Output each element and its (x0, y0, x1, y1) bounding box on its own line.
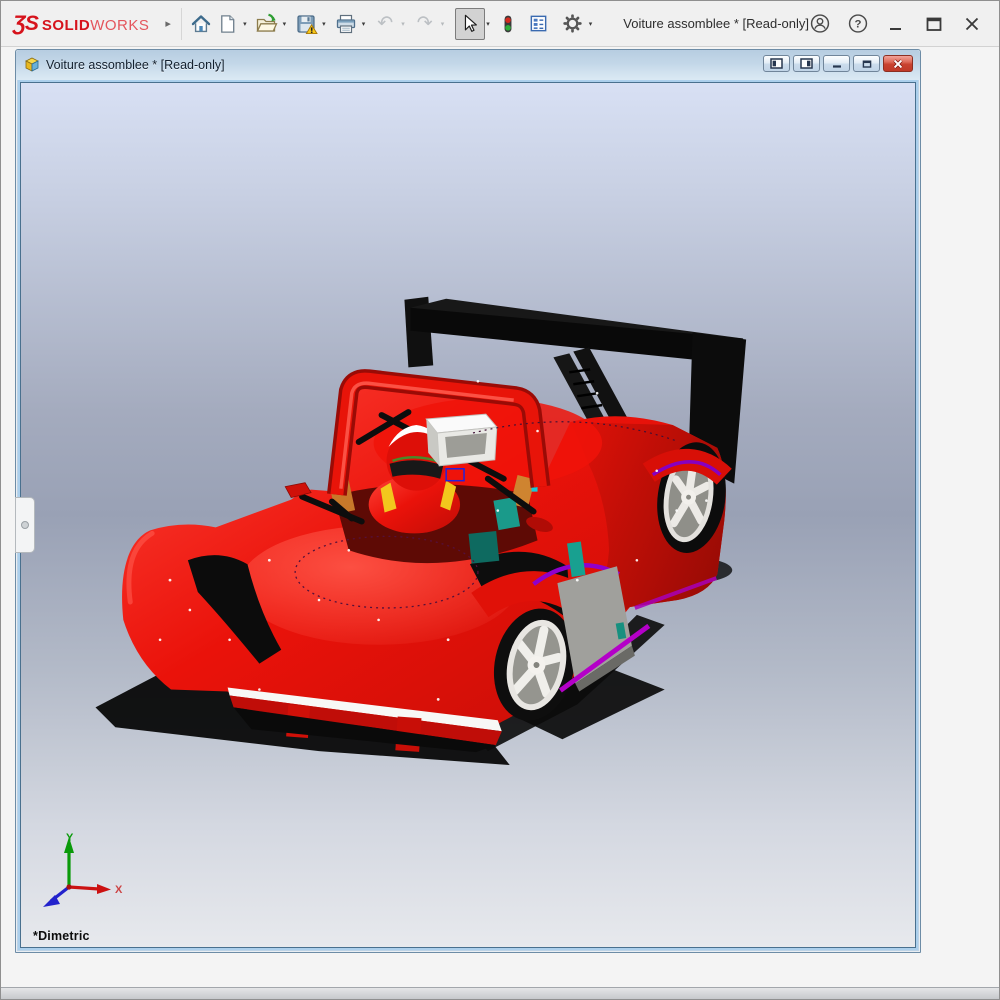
solidworks-logo: ƷS SOLID WORKS (13, 12, 149, 36)
document-minimize-icon (831, 59, 843, 69)
pane-left-icon (770, 58, 783, 69)
document-restore-button[interactable] (853, 55, 880, 72)
gear-icon (562, 13, 583, 34)
open-dropdown[interactable]: ▾ (282, 20, 292, 28)
account-button[interactable] (809, 13, 831, 35)
triad-y-label: Y (66, 832, 74, 844)
pane-left-toggle-button[interactable] (763, 55, 790, 72)
toolbar-separator (181, 8, 182, 40)
save-dropdown[interactable]: ▾ (321, 20, 331, 28)
account-icon (809, 12, 831, 35)
pane-right-icon (800, 58, 813, 69)
new-document-dropdown[interactable]: ▾ (242, 20, 252, 28)
new-document-button[interactable] (212, 8, 242, 40)
home-button[interactable] (190, 8, 213, 40)
car-model[interactable] (21, 83, 915, 947)
triad-x-label: X (115, 884, 123, 896)
home-icon (190, 13, 212, 35)
3d-viewport[interactable]: Y X *Dimetric (20, 82, 916, 948)
print-button[interactable] (331, 8, 361, 40)
undo-icon: ↶ (377, 14, 393, 33)
intake-box (426, 414, 497, 466)
close-button[interactable] (961, 13, 983, 35)
redo-icon: ↷ (417, 14, 433, 33)
redo-button[interactable]: ↷ (410, 8, 440, 40)
maximize-icon (924, 14, 944, 34)
settings-button[interactable] (558, 8, 588, 40)
undo-button[interactable]: ↶ (370, 8, 400, 40)
help-button[interactable]: ? (847, 13, 869, 35)
settings-dropdown[interactable]: ▾ (588, 20, 598, 28)
menu-flyout-arrow[interactable]: ▸ (159, 13, 177, 34)
document-close-button[interactable] (883, 55, 913, 72)
feature-manager-collapsed-tab[interactable] (15, 497, 35, 553)
document-title: Voiture assomblee * [Read-only] (46, 58, 225, 72)
brand-name-light: WORKS (90, 17, 149, 34)
redo-dropdown[interactable]: ▾ (440, 20, 450, 28)
help-icon: ? (847, 12, 869, 35)
brand-glyph: ƷS (13, 12, 38, 36)
app-title: Voiture assomblee * [Read-only] (623, 16, 809, 31)
print-icon (335, 13, 357, 35)
document-window: Voiture assomblee * [Read-only] (15, 49, 921, 953)
document-close-icon (892, 59, 904, 69)
document-titlebar[interactable]: Voiture assomblee * [Read-only] (16, 50, 920, 80)
minimize-button[interactable] (885, 13, 907, 35)
save-icon (295, 13, 318, 35)
traffic-light-button[interactable] (497, 8, 520, 40)
assembly-icon (24, 57, 40, 73)
brand-name-bold: SOLID (42, 17, 90, 34)
print-dropdown[interactable]: ▾ (361, 20, 371, 28)
save-button[interactable] (291, 8, 321, 40)
window-bottom-edge (1, 987, 999, 999)
tab-dot (21, 521, 29, 529)
pane-right-toggle-button[interactable] (793, 55, 820, 72)
svg-text:?: ? (855, 19, 862, 31)
document-body: Y X *Dimetric (18, 80, 918, 950)
top-toolbar: ƷS SOLID WORKS ▸ ▾ (1, 1, 999, 47)
open-folder-icon (255, 13, 278, 35)
properties-list-button[interactable] (527, 8, 550, 40)
maximize-button[interactable] (923, 13, 945, 35)
select-cursor-icon (460, 13, 480, 34)
solidworks-window: ƷS SOLID WORKS ▸ ▾ (0, 0, 1000, 1000)
select-tool-dropdown[interactable]: ▾ (485, 20, 495, 28)
undo-dropdown[interactable]: ▾ (400, 20, 410, 28)
orientation-triad: Y X (31, 829, 131, 925)
properties-list-icon (528, 13, 549, 34)
document-restore-icon (861, 59, 873, 69)
select-tool-button[interactable] (455, 8, 485, 40)
document-minimize-button[interactable] (823, 55, 850, 72)
open-button[interactable] (252, 8, 282, 40)
traffic-light-icon (498, 13, 518, 35)
minimize-icon (886, 14, 906, 34)
close-icon (962, 14, 982, 34)
new-document-icon (217, 13, 238, 35)
view-orientation-label: *Dimetric (33, 929, 90, 943)
